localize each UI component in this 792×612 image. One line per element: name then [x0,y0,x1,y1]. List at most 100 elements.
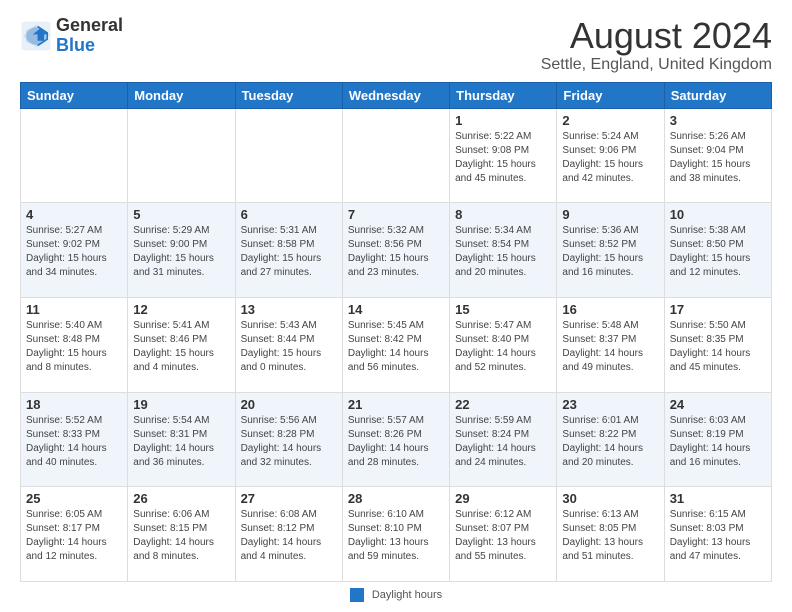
calendar-header-saturday: Saturday [664,82,771,108]
calendar-cell [128,108,235,203]
day-info: Sunrise: 5:54 AM Sunset: 8:31 PM Dayligh… [133,414,229,470]
day-info: Sunrise: 5:56 AM Sunset: 8:28 PM Dayligh… [241,414,337,470]
day-number: 29 [455,491,551,506]
day-number: 10 [670,207,766,222]
calendar-cell: 29 Sunrise: 6:12 AM Sunset: 8:07 PM Dayli… [450,487,557,582]
logo-text: General Blue [56,16,123,56]
calendar-week-1: 4 Sunrise: 5:27 AM Sunset: 9:02 PM Daylig… [21,203,772,298]
day-info: Sunrise: 6:13 AM Sunset: 8:05 PM Dayligh… [562,508,658,564]
day-number: 18 [26,397,122,412]
day-number: 13 [241,302,337,317]
calendar-cell: 11Sunrise: 5:40 AM Sunset: 8:48 PM Dayli… [21,297,128,392]
calendar-cell: 12Sunrise: 5:41 AM Sunset: 8:46 PM Dayli… [128,297,235,392]
page: General Blue August 2024 Settle, England… [0,0,792,612]
calendar-cell: 3 Sunrise: 5:26 AM Sunset: 9:04 PM Daylig… [664,108,771,203]
calendar-cell: 16Sunrise: 5:48 AM Sunset: 8:37 PM Dayli… [557,297,664,392]
day-info: Sunrise: 5:26 AM Sunset: 9:04 PM Dayligh… [670,130,766,186]
day-number: 9 [562,207,658,222]
day-number: 23 [562,397,658,412]
day-info: Sunrise: 5:50 AM Sunset: 8:35 PM Dayligh… [670,319,766,375]
day-info: Sunrise: 6:01 AM Sunset: 8:22 PM Dayligh… [562,414,658,470]
day-number: 17 [670,302,766,317]
calendar-cell: 25 Sunrise: 6:05 AM Sunset: 8:17 PM Dayli… [21,487,128,582]
day-number: 19 [133,397,229,412]
day-info: Sunrise: 5:47 AM Sunset: 8:40 PM Dayligh… [455,319,551,375]
logo-line2: Blue [56,36,123,56]
footer: Daylight hours [20,588,772,602]
day-info: Sunrise: 5:59 AM Sunset: 8:24 PM Dayligh… [455,414,551,470]
calendar-cell: 6Sunrise: 5:31 AM Sunset: 8:58 PM Daylig… [235,203,342,298]
day-info: Sunrise: 5:24 AM Sunset: 9:06 PM Dayligh… [562,130,658,186]
day-info: Sunrise: 6:06 AM Sunset: 8:15 PM Dayligh… [133,508,229,564]
day-info: Sunrise: 5:52 AM Sunset: 8:33 PM Dayligh… [26,414,122,470]
daylight-legend-box [350,588,364,602]
day-number: 4 [26,207,122,222]
day-info: Sunrise: 6:05 AM Sunset: 8:17 PM Dayligh… [26,508,122,564]
calendar-cell: 28 Sunrise: 6:10 AM Sunset: 8:10 PM Dayli… [342,487,449,582]
calendar-cell: 7 Sunrise: 5:32 AM Sunset: 8:56 PM Daylig… [342,203,449,298]
calendar-cell [235,108,342,203]
calendar-cell [21,108,128,203]
subtitle: Settle, England, United Kingdom [541,56,772,74]
day-number: 12 [133,302,229,317]
calendar-cell: 27Sunrise: 6:08 AM Sunset: 8:12 PM Dayli… [235,487,342,582]
day-number: 2 [562,113,658,128]
day-info: Sunrise: 5:22 AM Sunset: 9:08 PM Dayligh… [455,130,551,186]
calendar-cell: 19 Sunrise: 5:54 AM Sunset: 8:31 PM Dayli… [128,392,235,487]
day-info: Sunrise: 6:03 AM Sunset: 8:19 PM Dayligh… [670,414,766,470]
calendar-cell: 8 Sunrise: 5:34 AM Sunset: 8:54 PM Daylig… [450,203,557,298]
day-number: 14 [348,302,444,317]
main-title: August 2024 [541,16,772,56]
calendar-header-friday: Friday [557,82,664,108]
day-number: 26 [133,491,229,506]
calendar-week-3: 18 Sunrise: 5:52 AM Sunset: 8:33 PM Dayli… [21,392,772,487]
day-number: 3 [670,113,766,128]
calendar-header-row: SundayMondayTuesdayWednesdayThursdayFrid… [21,82,772,108]
day-info: Sunrise: 5:34 AM Sunset: 8:54 PM Dayligh… [455,224,551,280]
title-block: August 2024 Settle, England, United King… [541,16,772,74]
day-info: Sunrise: 5:48 AM Sunset: 8:37 PM Dayligh… [562,319,658,375]
day-info: Sunrise: 5:36 AM Sunset: 8:52 PM Dayligh… [562,224,658,280]
calendar-cell: 20 Sunrise: 5:56 AM Sunset: 8:28 PM Dayli… [235,392,342,487]
calendar-cell: 21Sunrise: 5:57 AM Sunset: 8:26 PM Dayli… [342,392,449,487]
day-number: 30 [562,491,658,506]
calendar-header-wednesday: Wednesday [342,82,449,108]
day-number: 28 [348,491,444,506]
header: General Blue August 2024 Settle, England… [20,16,772,74]
calendar-cell: 9 Sunrise: 5:36 AM Sunset: 8:52 PM Daylig… [557,203,664,298]
day-number: 11 [26,302,122,317]
day-info: Sunrise: 6:12 AM Sunset: 8:07 PM Dayligh… [455,508,551,564]
calendar-cell: 31Sunrise: 6:15 AM Sunset: 8:03 PM Dayli… [664,487,771,582]
calendar-cell: 5Sunrise: 5:29 AM Sunset: 9:00 PM Daylig… [128,203,235,298]
logo-icon [20,20,52,52]
day-number: 20 [241,397,337,412]
calendar-cell: 23 Sunrise: 6:01 AM Sunset: 8:22 PM Dayli… [557,392,664,487]
calendar-cell: 14 Sunrise: 5:45 AM Sunset: 8:42 PM Dayli… [342,297,449,392]
day-number: 15 [455,302,551,317]
day-info: Sunrise: 6:10 AM Sunset: 8:10 PM Dayligh… [348,508,444,564]
day-number: 1 [455,113,551,128]
calendar-cell: 13Sunrise: 5:43 AM Sunset: 8:44 PM Dayli… [235,297,342,392]
logo-line1: General [56,16,123,36]
calendar-cell: 22Sunrise: 5:59 AM Sunset: 8:24 PM Dayli… [450,392,557,487]
day-info: Sunrise: 5:38 AM Sunset: 8:50 PM Dayligh… [670,224,766,280]
day-number: 31 [670,491,766,506]
day-number: 7 [348,207,444,222]
day-number: 25 [26,491,122,506]
day-info: Sunrise: 5:27 AM Sunset: 9:02 PM Dayligh… [26,224,122,280]
calendar-cell: 26 Sunrise: 6:06 AM Sunset: 8:15 PM Dayli… [128,487,235,582]
calendar-cell [342,108,449,203]
day-number: 24 [670,397,766,412]
day-info: Sunrise: 5:31 AM Sunset: 8:58 PM Dayligh… [241,224,337,280]
calendar-table: SundayMondayTuesdayWednesdayThursdayFrid… [20,82,772,582]
day-info: Sunrise: 6:08 AM Sunset: 8:12 PM Dayligh… [241,508,337,564]
calendar-cell: 30 Sunrise: 6:13 AM Sunset: 8:05 PM Dayli… [557,487,664,582]
day-info: Sunrise: 5:32 AM Sunset: 8:56 PM Dayligh… [348,224,444,280]
calendar-header-tuesday: Tuesday [235,82,342,108]
day-number: 8 [455,207,551,222]
day-info: Sunrise: 5:45 AM Sunset: 8:42 PM Dayligh… [348,319,444,375]
calendar-cell: 2 Sunrise: 5:24 AM Sunset: 9:06 PM Daylig… [557,108,664,203]
calendar-cell: 10 Sunrise: 5:38 AM Sunset: 8:50 PM Dayli… [664,203,771,298]
daylight-label: Daylight hours [372,589,442,601]
calendar-week-0: 1 Sunrise: 5:22 AM Sunset: 9:08 PM Daylig… [21,108,772,203]
